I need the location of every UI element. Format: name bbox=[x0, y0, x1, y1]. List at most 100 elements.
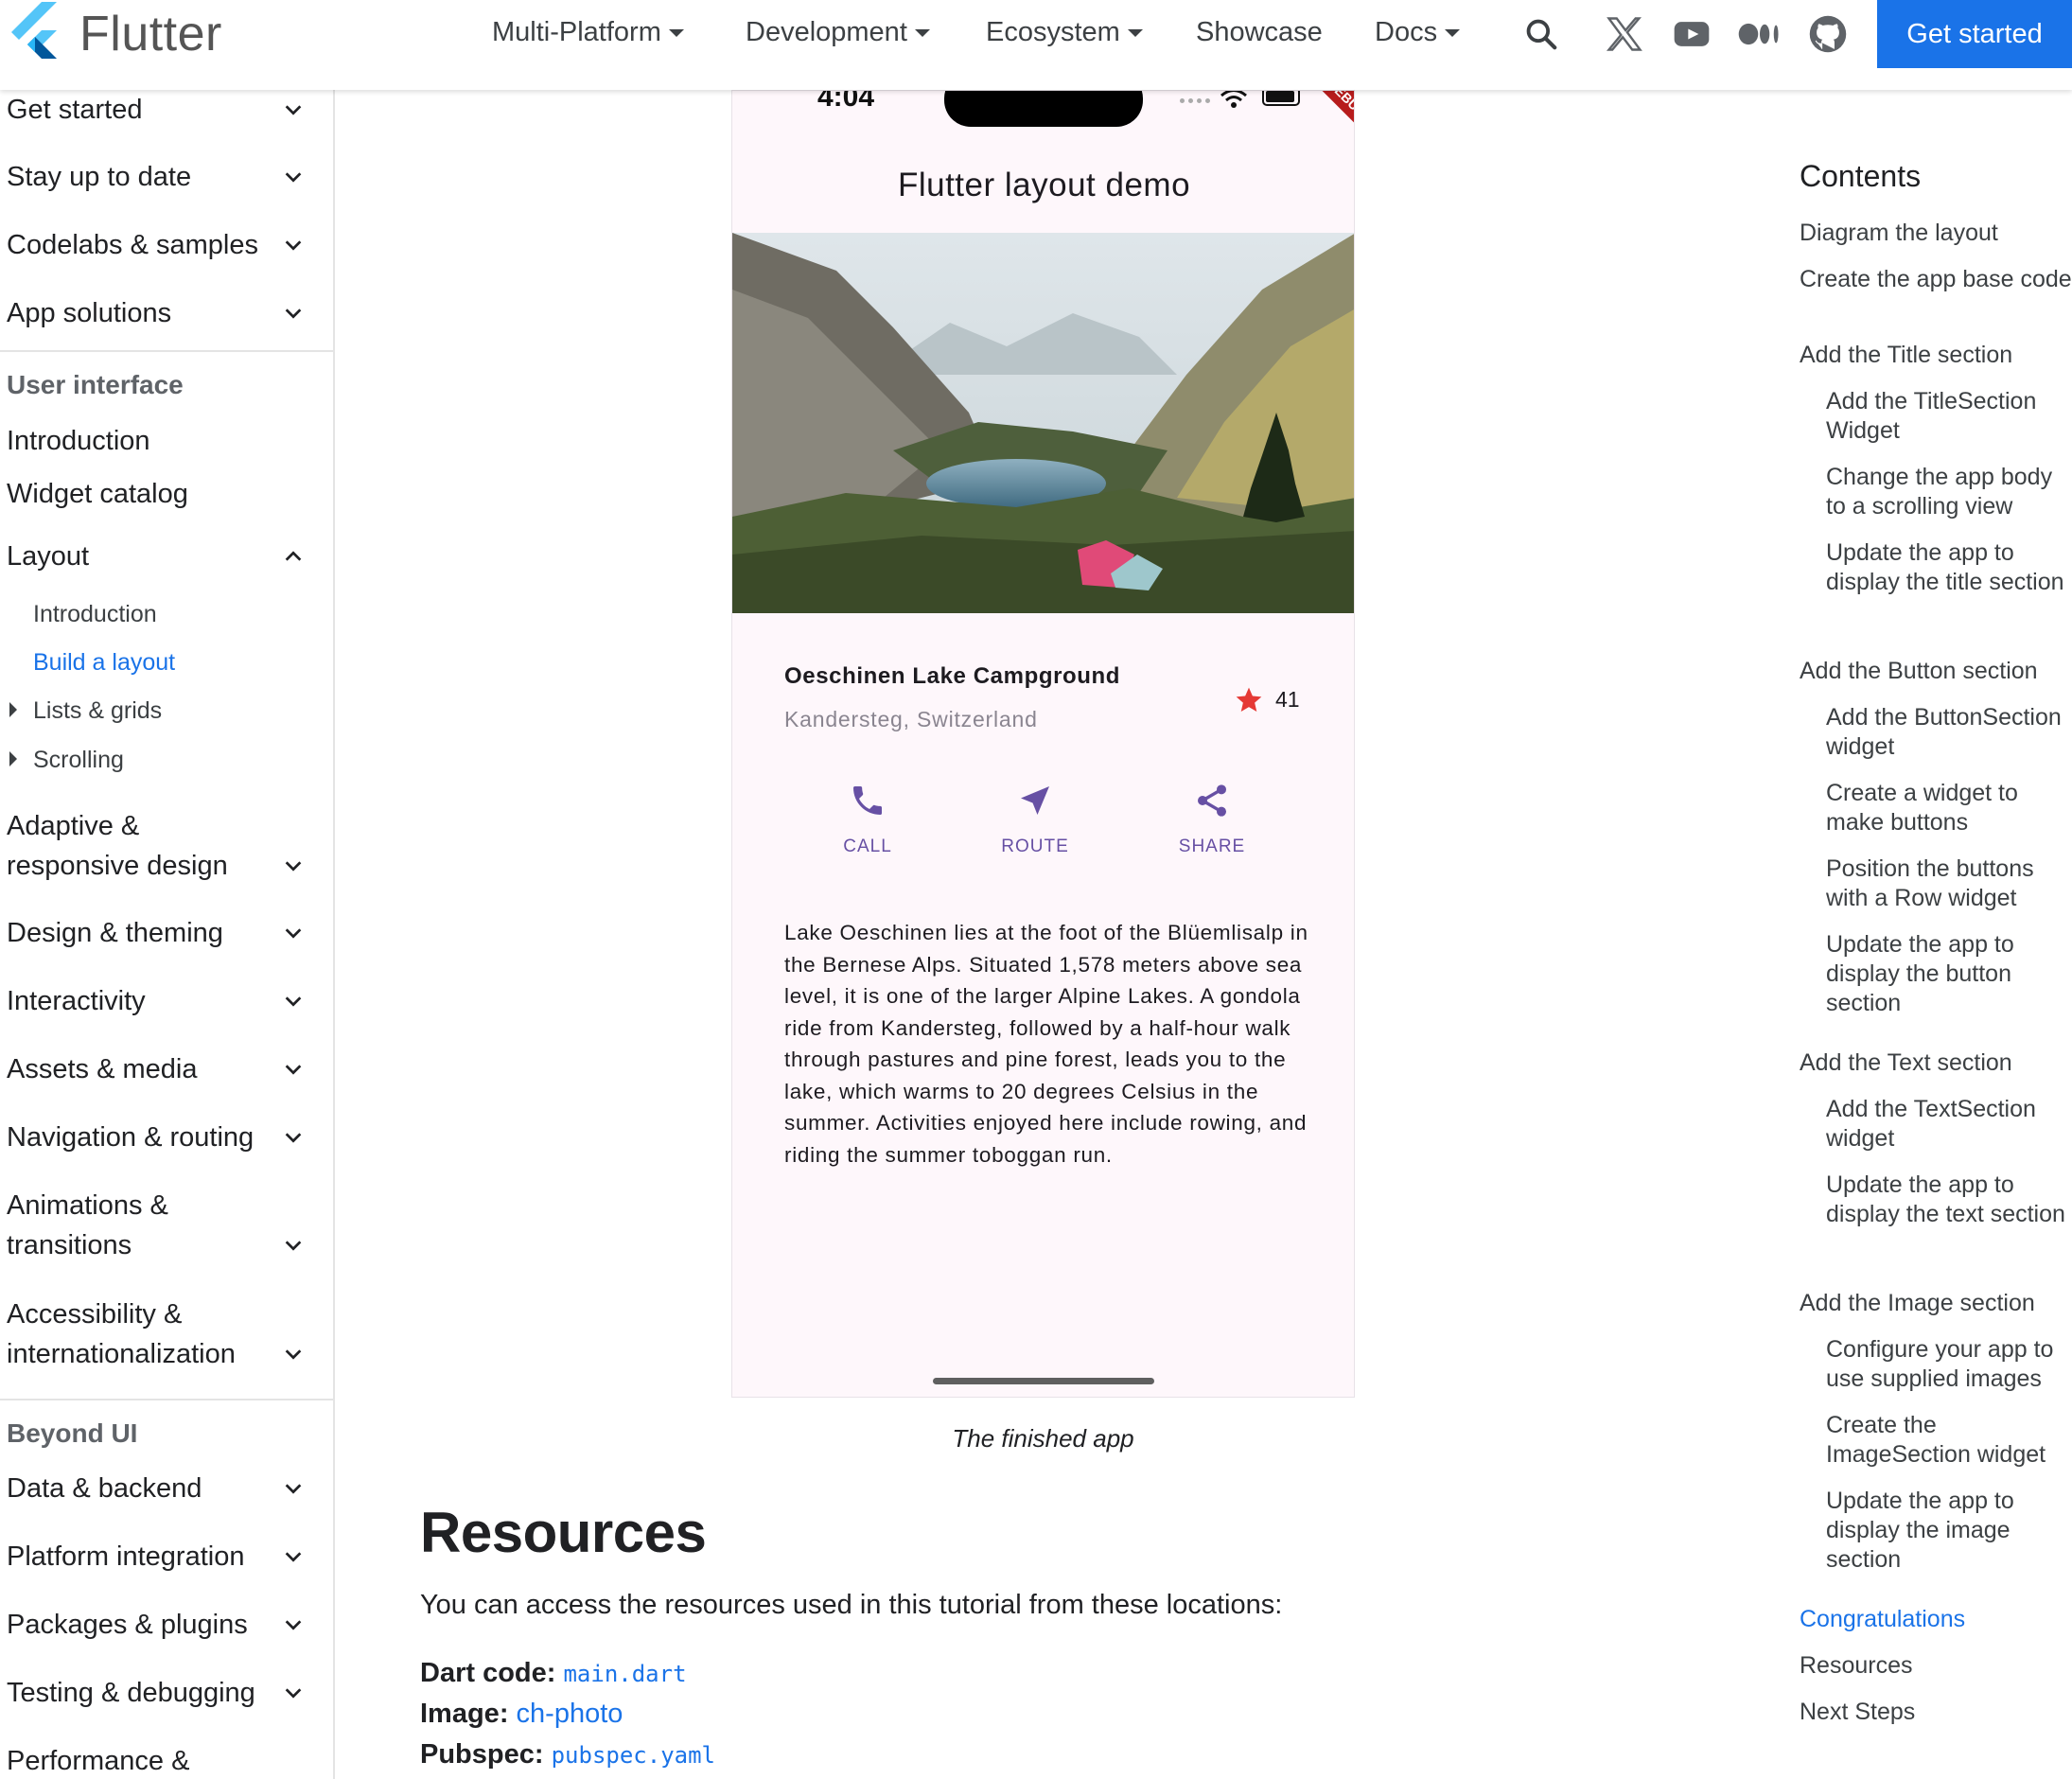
chevron-down-icon bbox=[285, 1349, 302, 1360]
caret-down-icon bbox=[1445, 29, 1461, 38]
nav-showcase[interactable]: Showcase bbox=[1196, 13, 1323, 51]
share-label: SHARE bbox=[1178, 837, 1246, 856]
toc-subitem[interactable]: Create a widget to make buttons bbox=[1826, 779, 2072, 837]
chevron-down-icon bbox=[285, 1241, 302, 1251]
sidebar-item-label: Animations & bbox=[7, 1190, 168, 1221]
caret-right-icon[interactable] bbox=[9, 702, 17, 717]
left-sidebar: Get started Stay up to date Codelabs & s… bbox=[0, 90, 335, 1779]
sidebar-item-design-theming[interactable]: Design & theming bbox=[7, 913, 309, 953]
sidebar-subitem-lists-grids[interactable]: Lists & grids bbox=[33, 694, 162, 728]
sidebar-item-navigation-routing[interactable]: Navigation & routing bbox=[7, 1118, 309, 1157]
wifi-icon bbox=[1220, 91, 1247, 108]
chevron-down-icon bbox=[285, 1688, 302, 1699]
pubspec-link[interactable]: pubspec.yaml bbox=[552, 1742, 715, 1769]
sidebar-item-introduction[interactable]: Introduction bbox=[7, 421, 309, 461]
brand-name[interactable]: Flutter bbox=[79, 6, 222, 62]
nav-docs[interactable]: Docs bbox=[1375, 13, 1461, 51]
resource-label: Dart code: bbox=[420, 1658, 556, 1688]
toc-subitem[interactable]: Add the TextSection widget bbox=[1826, 1095, 2072, 1154]
nav-development[interactable]: Development bbox=[746, 13, 930, 51]
x-icon[interactable] bbox=[1602, 11, 1647, 57]
image-link[interactable]: ch-photo bbox=[517, 1699, 623, 1729]
sidebar-item-assets-media[interactable]: Assets & media bbox=[7, 1049, 309, 1089]
sidebar-item-layout[interactable]: Layout bbox=[7, 537, 309, 576]
chevron-down-icon bbox=[285, 105, 302, 115]
toc-item[interactable]: Add the Image section bbox=[1800, 1289, 2072, 1318]
toc-subitem[interactable]: Update the app to display the text secti… bbox=[1826, 1171, 2072, 1229]
toc-item[interactable]: Diagram the layout bbox=[1800, 219, 2072, 248]
sidebar-item-platform-integration[interactable]: Platform integration bbox=[7, 1537, 309, 1576]
sidebar-item-data-backend[interactable]: Data & backend bbox=[7, 1469, 309, 1508]
route-label: ROUTE bbox=[1001, 837, 1069, 856]
call-label: CALL bbox=[843, 837, 892, 856]
chevron-down-icon bbox=[285, 1484, 302, 1494]
nav-label: Showcase bbox=[1196, 17, 1323, 47]
sidebar-subitem-scrolling[interactable]: Scrolling bbox=[33, 743, 124, 777]
dart-code-link[interactable]: main.dart bbox=[563, 1661, 686, 1687]
toc-item[interactable]: Add the Button section bbox=[1800, 657, 2072, 686]
toc-item[interactable]: Add the Title section bbox=[1800, 341, 2072, 370]
toc-subitem[interactable]: Update the app to display the button sec… bbox=[1826, 930, 2072, 1018]
toc-subitem[interactable]: Change the app body to a scrolling view bbox=[1826, 463, 2072, 521]
sidebar-item-label: Testing & debugging bbox=[7, 1678, 255, 1708]
chevron-down-icon bbox=[285, 861, 302, 872]
toc-subitem[interactable]: Configure your app to use supplied image… bbox=[1826, 1335, 2072, 1394]
youtube-icon[interactable] bbox=[1669, 11, 1714, 57]
flutter-logo-icon[interactable] bbox=[6, 2, 59, 64]
route-button[interactable]: ROUTE bbox=[978, 782, 1092, 857]
star-count: 41 bbox=[1275, 687, 1300, 712]
phone-icon bbox=[853, 786, 882, 815]
sidebar-item-accessibility[interactable]: Accessibility & internationalization bbox=[7, 1295, 309, 1374]
toc-subitem[interactable]: Update the app to display the title sect… bbox=[1826, 538, 2072, 597]
status-time: 4:04 bbox=[817, 90, 875, 113]
call-button[interactable]: CALL bbox=[811, 782, 924, 857]
github-icon[interactable] bbox=[1805, 11, 1851, 57]
sidebar-item-label: Codelabs & samples bbox=[7, 230, 258, 260]
phone-screenshot: 4:04 DEBUG Flutter layout demo Oeschinen… bbox=[731, 90, 1355, 1398]
sidebar-item-label: Layout bbox=[7, 541, 90, 572]
sidebar-item-testing-debugging[interactable]: Testing & debugging bbox=[7, 1673, 309, 1713]
sidebar-item-label: Packages & plugins bbox=[7, 1610, 248, 1640]
sidebar-item-packages-plugins[interactable]: Packages & plugins bbox=[7, 1605, 309, 1645]
sidebar-item-label: Adaptive & bbox=[7, 811, 140, 841]
star-icon[interactable] bbox=[1234, 685, 1264, 715]
chevron-down-icon bbox=[285, 928, 302, 939]
nav-ecosystem[interactable]: Ecosystem bbox=[986, 13, 1143, 51]
sidebar-item-label: Get started bbox=[7, 95, 143, 125]
sidebar-item-interactivity[interactable]: Interactivity bbox=[7, 981, 309, 1021]
get-started-button[interactable]: Get started bbox=[1877, 0, 2072, 68]
toc-item-active[interactable]: Congratulations bbox=[1800, 1605, 2072, 1634]
chevron-up-icon bbox=[285, 551, 302, 561]
toc-subitem[interactable]: Update the app to display the image sect… bbox=[1826, 1487, 2072, 1575]
toc-item[interactable]: Add the Text section bbox=[1800, 1048, 2072, 1078]
resource-row: Image: ch-photo bbox=[420, 1699, 623, 1730]
top-navbar: Flutter Multi-Platform Development Ecosy… bbox=[0, 0, 2072, 90]
sidebar-item-stay-up-to-date[interactable]: Stay up to date bbox=[7, 157, 309, 197]
search-icon[interactable] bbox=[1519, 11, 1564, 57]
nav-multi-platform[interactable]: Multi-Platform bbox=[492, 13, 684, 51]
sidebar-item-codelabs[interactable]: Codelabs & samples bbox=[7, 225, 309, 265]
sidebar-subitem-layout-introduction[interactable]: Introduction bbox=[33, 597, 157, 631]
sidebar-item-app-solutions[interactable]: App solutions bbox=[7, 293, 309, 333]
sidebar-item-widget-catalog[interactable]: Widget catalog bbox=[7, 474, 309, 514]
medium-icon[interactable] bbox=[1737, 11, 1782, 57]
sidebar-item-adaptive[interactable]: Adaptive & responsive design bbox=[7, 806, 309, 886]
share-button[interactable]: SHARE bbox=[1155, 782, 1269, 857]
toc-item[interactable]: Create the app base code bbox=[1800, 265, 2072, 294]
sidebar-item-label: Accessibility & bbox=[7, 1299, 183, 1330]
home-indicator bbox=[933, 1378, 1154, 1384]
caret-down-icon bbox=[1127, 29, 1143, 38]
nav-label: Docs bbox=[1375, 17, 1438, 47]
toc-item[interactable]: Next Steps bbox=[1800, 1698, 2072, 1727]
toc-subitem[interactable]: Add the TitleSection Widget bbox=[1826, 387, 2072, 446]
sidebar-item-animations[interactable]: Animations & transitions bbox=[7, 1186, 309, 1265]
sidebar-item-get-started[interactable]: Get started bbox=[7, 90, 309, 130]
toc-subitem[interactable]: Position the buttons with a Row widget bbox=[1826, 854, 2072, 913]
caret-right-icon[interactable] bbox=[9, 751, 17, 766]
sidebar-item-performance[interactable]: Performance & bbox=[7, 1741, 309, 1779]
sidebar-divider bbox=[0, 1399, 333, 1400]
toc-subitem[interactable]: Add the ButtonSection widget bbox=[1826, 703, 2072, 762]
toc-subitem[interactable]: Create the ImageSection widget bbox=[1826, 1411, 2072, 1470]
toc-item[interactable]: Resources bbox=[1800, 1651, 2072, 1681]
sidebar-subitem-build-a-layout[interactable]: Build a layout bbox=[33, 645, 175, 679]
